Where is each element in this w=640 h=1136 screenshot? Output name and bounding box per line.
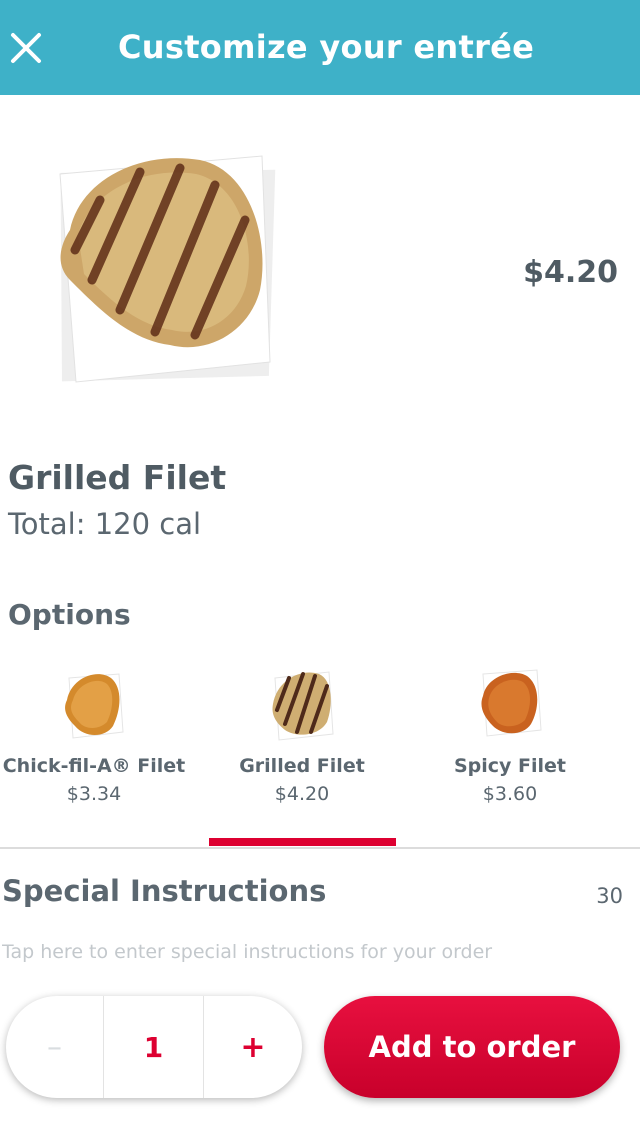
- option-grilled-filet[interactable]: Grilled Filet $4.20: [198, 660, 406, 840]
- item-name: Grilled Filet: [8, 458, 227, 497]
- quantity-value: 1: [103, 996, 204, 1098]
- grilled-filet-image: [272, 671, 334, 741]
- selected-option-indicator: [209, 838, 396, 846]
- close-button[interactable]: [6, 28, 46, 68]
- option-price: $3.34: [66, 783, 122, 805]
- add-to-order-button[interactable]: Add to order: [324, 996, 620, 1098]
- grilled-filet-image: [59, 155, 276, 383]
- option-spicy-filet[interactable]: Spicy Filet $3.60: [406, 660, 614, 840]
- option-price: $3.60: [482, 783, 538, 805]
- header-bar: Customize your entrée: [0, 0, 640, 95]
- special-instructions-input[interactable]: [2, 935, 622, 969]
- close-icon: [11, 33, 41, 63]
- option-chick-fil-a-filet[interactable]: Chick-fil-A® Filet $3.34: [0, 660, 198, 840]
- chick-fil-a-filet-image: [65, 673, 124, 739]
- spicy-filet-image: [481, 669, 542, 737]
- divider: [0, 847, 640, 849]
- item-price: $4.20: [523, 255, 618, 290]
- option-name: Grilled Filet: [239, 755, 365, 777]
- item-calories: Total: 120 cal: [8, 507, 202, 541]
- options-heading: Options: [8, 598, 131, 631]
- option-price: $4.20: [274, 783, 330, 805]
- option-name: Chick-fil-A® Filet: [2, 755, 186, 777]
- decrement-button[interactable]: –: [6, 996, 103, 1098]
- quantity-stepper: – 1 +: [6, 996, 302, 1098]
- character-count: 30: [596, 884, 623, 908]
- special-instructions-heading: Special Instructions: [2, 874, 327, 908]
- option-name: Spicy Filet: [453, 755, 567, 777]
- page-title: Customize your entrée: [118, 28, 535, 66]
- increment-button[interactable]: +: [204, 996, 302, 1098]
